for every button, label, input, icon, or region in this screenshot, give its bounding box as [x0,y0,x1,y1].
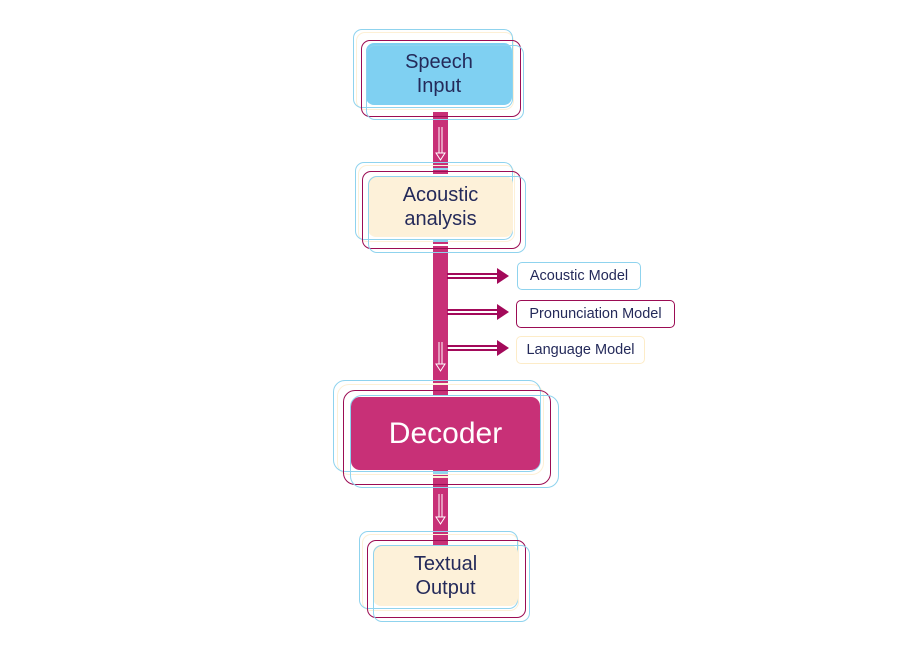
connector-stripe [433,383,448,385]
arrow-to-pronunciation-model [447,304,509,320]
connector-stripe [433,244,448,246]
node-outline [373,545,530,622]
model-pronunciation: Pronunciation Model [516,300,675,328]
node-outline [366,45,524,120]
model-label: Pronunciation Model [529,306,662,322]
connector-stripe [433,476,448,478]
down-arrow-icon [435,494,446,525]
model-label: Language Model [526,342,635,358]
model-label: Acoustic Model [529,268,629,284]
model-language: Language Model [516,336,645,364]
node-outline [350,395,559,488]
down-arrow-icon [435,342,446,372]
arrow-to-acoustic-model [447,268,509,284]
connector-stripe [433,240,448,242]
connector-stripe [433,472,448,474]
down-arrow-icon [435,127,446,161]
connector-stripe [433,168,448,170]
arrow-to-language-model [447,340,509,356]
model-acoustic: Acoustic Model [517,262,641,290]
